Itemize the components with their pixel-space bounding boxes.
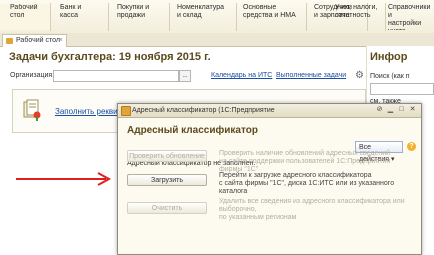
informer-search-input[interactable] [370, 83, 434, 95]
minimize-icon[interactable]: ▁ [386, 105, 395, 115]
section-label: отчетность [335, 12, 371, 19]
organization-field[interactable] [53, 70, 179, 82]
description-line: Перейти к загрузке адресного классификат… [219, 172, 372, 179]
description-line: Удалить все сведения из адресного класси… [219, 198, 405, 213]
dialog-window-title: Адресный классификатор (1С:Предприятие [132, 107, 275, 114]
open-tabs-bar: Рабочий стол × [0, 33, 434, 47]
section-label: стол [10, 12, 25, 19]
dialog-heading: Адресный классификатор [127, 125, 258, 136]
clear-button[interactable]: Очистить [127, 202, 207, 214]
informer-title: Инфор [370, 51, 408, 63]
calendar-link[interactable]: Календарь на ИТС [211, 72, 272, 79]
section-label: Рабочий [10, 4, 38, 11]
load-description: Перейти к загрузке адресного классификат… [219, 172, 414, 196]
section-label: Покупки и [117, 4, 150, 11]
page-title: Задачи бухгалтера: 19 ноября 2015 г. [9, 51, 211, 63]
app-icon [121, 106, 131, 116]
red-arrow-icon [16, 172, 112, 186]
section-fixed-assets[interactable]: Основные средства и НМА [243, 4, 303, 30]
section-accounting-taxes[interactable]: Учет, налоги, отчетность [335, 4, 383, 30]
description-line: с сайта фирмы "1С", диска 1С:ИТС или из … [219, 180, 395, 195]
org-label: Организация: [10, 72, 55, 79]
dialog-titlebar[interactable]: Адресный классификатор (1С:Предприятие ⊘… [118, 104, 421, 118]
section-label: Справочники и [388, 4, 431, 19]
close-icon[interactable]: × [59, 35, 63, 47]
section-label: Банк и [60, 4, 82, 11]
section-label: касса [60, 12, 79, 19]
section-label: Основные [243, 4, 277, 11]
section-label: настройки учета [388, 20, 422, 30]
section-label: Номенклатура [177, 4, 224, 11]
section-label: и склад [177, 12, 202, 19]
link-icon[interactable]: ⊘ [375, 105, 384, 115]
tab-label: Рабочий стол [16, 37, 60, 44]
section-purchases-sales[interactable]: Покупки и продажи [117, 4, 165, 30]
informer-search-label: Поиск (как п [370, 73, 410, 80]
description-line: Проверить наличие обновлений адресных св… [219, 150, 391, 157]
section-label: средства и НМА [243, 12, 296, 19]
desktop-icon [6, 38, 13, 44]
section-label: Учет, налоги, [335, 4, 378, 11]
fill-requisites-link[interactable]: Заполнить рекви [55, 107, 118, 116]
clear-description: Удалить все сведения из адресного класси… [219, 198, 414, 222]
done-tasks-link[interactable]: Выполненные задачи [276, 72, 346, 79]
section-nomenclature-warehouse[interactable]: Номенклатура и склад [177, 4, 229, 30]
organization-select-button[interactable]: ... [179, 70, 191, 82]
section-bank-cash[interactable]: Банк и касса [60, 4, 105, 30]
section-catalogs-settings[interactable]: Справочники и настройки учета [388, 4, 434, 30]
tab-desktop[interactable]: Рабочий стол × [2, 34, 67, 47]
maximize-icon[interactable]: □ [397, 105, 406, 115]
load-button[interactable]: Загрузить [127, 174, 207, 186]
check-update-button-face[interactable]: Проверить обновление [127, 150, 207, 162]
section-desktop[interactable]: Рабочий стол [0, 4, 50, 30]
close-icon[interactable]: ✕ [408, 105, 417, 115]
gear-icon[interactable]: ⚙ [355, 70, 364, 81]
description-line: по указанным регионам [219, 214, 297, 221]
document-icon [23, 99, 41, 121]
address-classifier-dialog: Адресный классификатор (1С:Предприятие ⊘… [117, 103, 422, 255]
check-update-description: Проверить наличие обновлений адресных св… [219, 150, 414, 174]
section-label: продажи [117, 12, 145, 19]
